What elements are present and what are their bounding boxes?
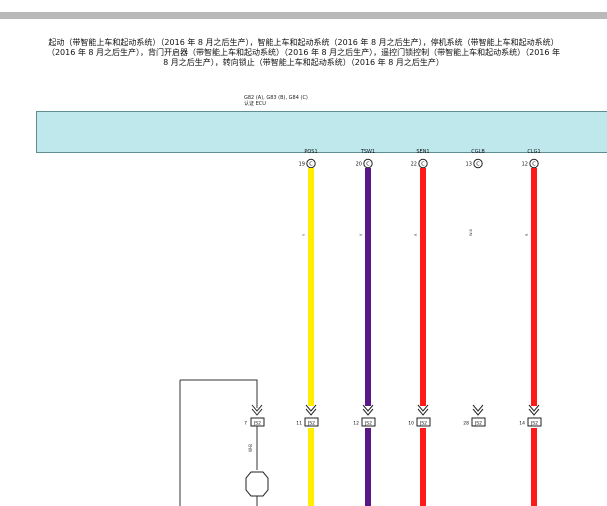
wire-code-cglb: W-B [469, 229, 473, 236]
left-component-octagon [245, 471, 269, 497]
left-wire-code: W-B [248, 444, 253, 452]
pin-number-sen1: 22 [411, 162, 417, 168]
pin-number-pos1: 19 [299, 162, 305, 168]
wire-code-sen1: R [414, 233, 418, 236]
chevron-clg1 [528, 404, 540, 416]
pin-conn-pos1: C [309, 162, 313, 168]
junction-pin-sen1: 10 [408, 421, 414, 427]
left-branch: JS2 7 W-B [179, 379, 269, 506]
pin-number-tsw1: 20 [356, 162, 362, 168]
pin-label-sen1: SEN1 [416, 149, 429, 155]
chevron-pos1 [305, 404, 317, 416]
junction-label-cglb: JS2 [474, 421, 482, 427]
junction-pin-tsw1: 12 [353, 421, 359, 427]
chevron-cglb [472, 404, 484, 416]
pin-number-cglb: 13 [466, 162, 472, 168]
pin-number-clg1: 12 [522, 162, 528, 168]
wire-code-clg1: R [525, 233, 529, 236]
wiring-diagram: JS2 7 W-B POS1 19 C Y JS2 11 TSW1 20 C V JS2 12 SEN1… [179, 149, 542, 506]
junction-pin-cglb: 28 [463, 421, 469, 427]
chevron-sen1 [417, 404, 429, 416]
junction-label-tsw1: JS2 [364, 421, 372, 427]
pin-conn-sen1: C [421, 162, 425, 168]
junction-pin-pos1: 11 [296, 421, 302, 427]
pin-label-pos1: POS1 [304, 149, 317, 155]
junction-pin-clg1: 14 [519, 421, 525, 427]
left-junction-pin: 7 [244, 421, 247, 427]
chevron-tsw1 [362, 404, 374, 416]
pin-label-tsw1: TSW1 [360, 149, 375, 155]
wire-code-tsw1: V [359, 233, 363, 236]
pin-conn-cglb: C [476, 162, 480, 168]
junction-label-sen1: JS2 [419, 421, 427, 427]
pin-label-cglb: CGLB [471, 149, 485, 155]
junction-label-clg1: JS2 [530, 421, 538, 427]
pin-conn-clg1: C [532, 162, 536, 168]
pin-label-clg1: CLG1 [527, 149, 540, 155]
wire-code-pos1: Y [302, 233, 306, 236]
left-junction-label: JS2 [253, 421, 261, 427]
pin-conn-tsw1: C [366, 162, 370, 168]
junction-label-pos1: JS2 [307, 421, 315, 427]
